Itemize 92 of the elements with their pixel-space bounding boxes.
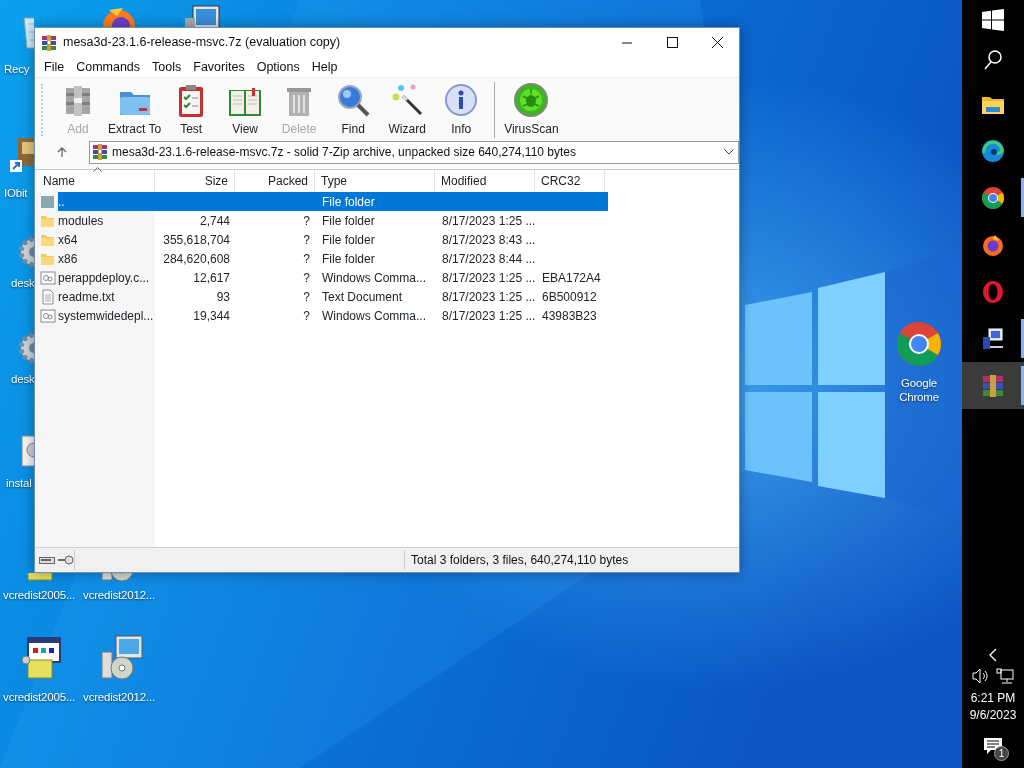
app-logo-icon <box>41 34 57 51</box>
drive-icon <box>39 555 55 565</box>
table-cell: 8/17/2023 1:25 ... <box>442 213 536 228</box>
toolbar-button[interactable]: Extract To <box>105 82 165 138</box>
maximize-icon <box>664 36 679 49</box>
table-cell: ? <box>303 308 310 323</box>
menu-item[interactable]: Tools <box>146 57 188 77</box>
table-cell: 12,617 <box>193 270 230 285</box>
table-cell: File folder <box>322 194 375 209</box>
table-cell: 2,744 <box>199 213 230 228</box>
toolbar-button[interactable]: Info <box>434 82 489 138</box>
toolbar-button[interactable]: Test <box>164 82 219 138</box>
table-cell: File folder <box>322 251 375 266</box>
menu-item[interactable]: Favorites <box>187 57 251 77</box>
wave-logo-icon <box>981 138 1005 163</box>
table-cell: .. <box>58 194 65 209</box>
table-cell: x86 <box>58 251 78 266</box>
table-cell: 8/17/2023 1:25 ... <box>442 289 536 304</box>
desktop-icon-label[interactable]: vcredist2012... <box>83 690 155 704</box>
file-row[interactable]: x86 284,620,608 ? File folder 8/17/2023 8:44 ... <box>58 249 608 268</box>
table-cell: 8/17/2023 1:25 ... <box>442 308 536 323</box>
chevron-down-icon[interactable] <box>724 149 734 155</box>
table-cell: ? <box>303 270 310 285</box>
bug-scan-icon <box>513 82 550 118</box>
ring-logo-icon <box>981 279 1005 304</box>
clock-date[interactable]: 9/6/2023 <box>969 707 1017 725</box>
script-file-icon <box>39 269 56 286</box>
toolbar-button[interactable]: Wizard <box>380 82 435 138</box>
table-cell: Text Document <box>322 289 403 304</box>
clock-time[interactable]: 6:21 PM <box>969 690 1017 708</box>
status-text: Total 3 folders, 3 files, 640,274,110 bytes <box>410 552 630 569</box>
archive-file-icon <box>92 144 108 160</box>
file-row[interactable]: x64 355,618,704 ? File folder 8/17/2023 8:43 ... <box>58 230 608 249</box>
search-icon <box>335 82 372 118</box>
address-combo[interactable]: mesa3d-23.1.6-release-msvc.7z - solid 7-Zip archive, unpacked size 640,274,110 bytes <box>89 140 739 164</box>
computer-icon <box>981 326 1005 351</box>
file-row[interactable]: .. File folder <box>58 192 608 211</box>
table-cell: 93 <box>216 289 230 304</box>
table-cell: 43983B23 <box>542 308 597 323</box>
notification-count: 1 <box>994 746 1009 761</box>
archive-icon <box>981 373 1005 398</box>
search-icon <box>981 48 1005 72</box>
table-cell: File folder <box>322 232 375 247</box>
up-arrow-icon[interactable] <box>56 146 68 158</box>
toolbar-button[interactable]: VirusScan <box>501 82 562 138</box>
table-cell: ? <box>303 251 310 266</box>
key-icon <box>58 555 74 565</box>
info-icon <box>443 82 480 118</box>
browser-icon <box>981 185 1005 210</box>
network-icon[interactable] <box>996 668 1014 685</box>
table-cell: File folder <box>322 213 375 228</box>
window-title: mesa3d-23.1.6-release-msvc.7z (evaluation copy) <box>63 34 342 52</box>
windows-logo-icon <box>981 8 1005 32</box>
toolbar-button[interactable]: View <box>218 82 273 138</box>
table-cell: systemwidedepl... <box>58 308 154 323</box>
table-cell: Windows Comma... <box>322 308 427 323</box>
table-cell: perappdeploy.c... <box>58 270 150 285</box>
table-cell: 19,344 <box>193 308 230 323</box>
desktop-icon-label[interactable]: vcredist2012... <box>83 588 155 602</box>
table-cell: ? <box>303 232 310 247</box>
table-cell: ? <box>303 289 310 304</box>
file-row[interactable]: systemwidedepl... 19,344 ? Windows Comma... 8/17/2023 1:25 ... 43983B23 <box>58 306 608 325</box>
menu-item[interactable]: Options <box>250 57 306 77</box>
text-file-icon <box>39 288 56 305</box>
desktop-icon-label[interactable]: Google Chrome <box>880 376 958 404</box>
volume-icon[interactable] <box>972 668 990 685</box>
table-cell: modules <box>58 213 104 228</box>
chevron-left-icon[interactable] <box>988 648 998 663</box>
file-row[interactable]: perappdeploy.c... 12,617 ? Windows Comma... 8/17/2023 1:25 ... EBA172A4 <box>58 268 608 287</box>
table-cell: 284,620,608 <box>163 251 230 266</box>
table-cell: EBA172A4 <box>542 270 601 285</box>
table-cell: 355,618,704 <box>163 232 230 247</box>
desktop-icon-label[interactable]: vcredist2005... <box>3 588 75 602</box>
script-file-icon <box>39 307 56 324</box>
file-row[interactable]: modules 2,744 ? File folder 8/17/2023 1:25 ... <box>58 211 608 230</box>
desktop-icon-label[interactable]: vcredist2005... <box>3 690 75 704</box>
table-cell: 8/17/2023 1:25 ... <box>442 270 536 285</box>
menu-item[interactable]: Help <box>305 57 344 77</box>
menu-item[interactable]: Commands <box>70 57 147 77</box>
table-cell: 6B500912 <box>542 289 597 304</box>
table-cell: readme.txt <box>58 289 115 304</box>
table-cell: ? <box>303 213 310 228</box>
toolbar-button[interactable]: Find <box>326 82 381 138</box>
folder-icon <box>39 193 56 210</box>
menu-item[interactable]: File <box>38 57 71 77</box>
browser-icon[interactable] <box>895 320 943 368</box>
table-cell: 8/17/2023 8:43 ... <box>442 232 536 247</box>
table-cell: x64 <box>58 232 78 247</box>
close-icon <box>709 36 724 49</box>
table-cell: 8/17/2023 8:44 ... <box>442 251 536 266</box>
table-cell: Windows Comma... <box>322 270 427 285</box>
file-row[interactable]: readme.txt 93 ? Text Document 8/17/2023 1:25 ... 6B500912 <box>58 287 608 306</box>
